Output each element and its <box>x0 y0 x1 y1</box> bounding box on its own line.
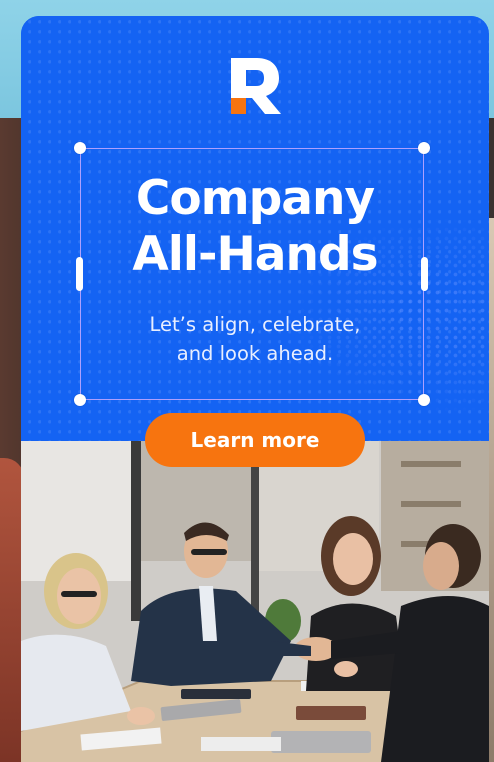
resize-handle-bottom-left <box>74 394 86 406</box>
resize-handle-top-right <box>418 142 430 154</box>
ad-hero-panel: Company All-Hands Let’s align, celebrate… <box>21 16 489 446</box>
resize-handle-top-left <box>74 142 86 154</box>
ad-subtitle: Let’s align, celebrate, and look ahead. <box>21 310 489 368</box>
subtitle-line-2: and look ahead. <box>176 342 334 365</box>
ad-headline: Company All-Hands <box>21 171 489 283</box>
headline-line-2: All-Hands <box>132 227 378 282</box>
headline-line-1: Company <box>135 171 375 226</box>
ad-card[interactable]: Company All-Hands Let’s align, celebrate… <box>21 16 489 762</box>
learn-more-button[interactable]: Learn more <box>145 413 365 467</box>
r-logo-icon <box>231 58 281 114</box>
meeting-photo <box>21 441 489 762</box>
resize-handle-bottom-right <box>418 394 430 406</box>
meeting-photo-illustration <box>21 441 489 762</box>
subtitle-line-1: Let’s align, celebrate, <box>149 313 361 336</box>
